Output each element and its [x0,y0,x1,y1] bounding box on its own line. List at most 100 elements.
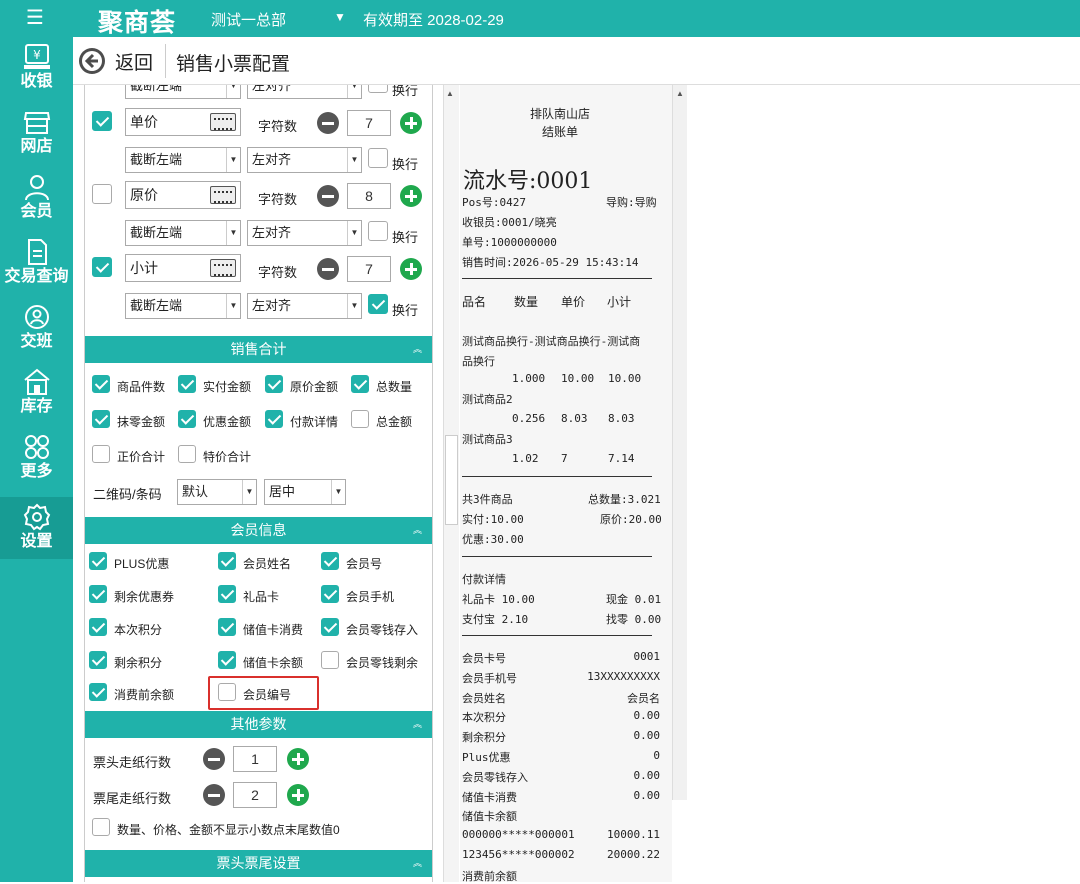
sidebar-item-label: 交班 [20,333,53,350]
collapse-icon[interactable]: ︽ [413,850,422,877]
hamburger-menu-icon[interactable]: ☰ [26,8,44,28]
decrement-button[interactable] [203,784,225,806]
checkbox[interactable] [321,552,339,570]
option-label: 储值卡消费 [243,623,304,637]
increment-button[interactable] [400,112,422,134]
wrap-checkbox[interactable] [368,148,388,168]
checkbox[interactable] [218,552,236,570]
decrement-button[interactable] [317,185,339,207]
checkbox[interactable] [265,375,283,393]
sidebar-item-transactions[interactable]: 交易查询 [0,232,73,294]
sidebar-item-cashier[interactable]: ¥ 收银 [0,37,73,99]
truncate-select[interactable]: 截断左端 ▼ [125,220,241,246]
checkbox[interactable] [178,410,196,428]
field-enable-checkbox[interactable] [92,257,112,277]
align-select[interactable]: 左对齐 ▼ [247,293,362,319]
section-header-member-info[interactable]: 会员信息 ︽ [85,517,432,544]
collapse-icon[interactable]: ︽ [413,517,422,544]
keyboard-icon[interactable] [210,259,236,277]
checkbox[interactable] [218,585,236,603]
option-label: 数量、价格、金额不显示小数点末尾数值0 [117,823,340,837]
chevron-down-icon[interactable]: ▼ [334,10,346,24]
scroll-up-icon[interactable]: ▲ [676,89,684,98]
char-count-input[interactable]: 8 [347,183,391,209]
checkbox[interactable] [265,410,283,428]
field-name-input[interactable]: 小计 [125,254,241,282]
panel-scrollbar[interactable]: ▲ [443,85,459,882]
increment-button[interactable] [400,258,422,280]
receipt-scrollbar[interactable]: ▲ [672,85,687,800]
option-label: 礼品卡 [243,590,280,604]
field-enable-checkbox[interactable] [92,184,112,204]
wrap-checkbox[interactable] [368,294,388,314]
checkbox[interactable] [218,618,236,636]
config-panel[interactable]: 截断左端 ▼ 左对齐 ▼ 换行 单价 字符数 7 截断左端 ▼ 左对齐 ▼ 换行 原价 … [84,85,433,882]
collapse-icon[interactable]: ︽ [413,711,422,738]
field-name-value: 原价 [130,187,158,203]
store-selector[interactable]: 测试一总部 [211,9,286,30]
checkbox[interactable] [218,651,236,669]
align-select[interactable]: 左对齐 ▼ [247,220,362,246]
sidebar-item-settings[interactable]: 设置 [0,497,73,559]
field-name-input[interactable]: 原价 [125,181,241,209]
checkbox[interactable] [89,552,107,570]
checkbox[interactable] [89,585,107,603]
checkbox[interactable] [351,375,369,393]
checkbox[interactable] [321,618,339,636]
decrement-button[interactable] [317,258,339,280]
qr-align-select[interactable]: 居中 ▼ [264,479,346,505]
align-select[interactable]: 左对齐 ▼ [247,85,362,99]
checkbox[interactable] [178,375,196,393]
qr-type-select[interactable]: 默认 ▼ [177,479,257,505]
checkbox[interactable] [218,683,236,701]
checkbox[interactable] [92,445,110,463]
increment-button[interactable] [287,784,309,806]
checkbox[interactable] [351,410,369,428]
truncate-select[interactable]: 截断左端 ▼ [125,293,241,319]
increment-button[interactable] [400,185,422,207]
back-button[interactable]: 返回 [79,47,153,75]
checkbox[interactable] [92,818,110,836]
sidebar-item-handover[interactable]: 交班 [0,297,73,359]
keyboard-icon[interactable] [210,113,236,131]
checkbox[interactable] [89,651,107,669]
receipt-original: 原价:20.00 [600,513,662,526]
head-feed-input[interactable]: 1 [233,746,277,772]
receipt-member-key: Plus优惠 [462,751,511,764]
checkbox[interactable] [89,683,107,701]
tail-feed-input[interactable]: 2 [233,782,277,808]
receipt-paid: 实付:10.00 [462,513,524,526]
checkbox[interactable] [321,651,339,669]
collapse-icon[interactable]: ︽ [413,336,422,363]
wrap-checkbox[interactable] [368,85,388,93]
sidebar-item-shop[interactable]: 网店 [0,102,73,164]
keyboard-icon[interactable] [210,186,236,204]
decrement-button[interactable] [317,112,339,134]
scroll-up-icon[interactable]: ▲ [446,89,454,98]
receipt-item-price: 7 [561,452,568,465]
sidebar-item-inventory[interactable]: 库存 [0,362,73,424]
sidebar-item-member[interactable]: 会员 [0,167,73,229]
truncate-select[interactable]: 截断左端 ▼ [125,147,241,173]
wrap-checkbox[interactable] [368,221,388,241]
section-header-head-tail[interactable]: 票头票尾设置 ︽ [85,850,432,877]
char-count-input[interactable]: 7 [347,256,391,282]
checkbox[interactable] [321,585,339,603]
section-header-other-params[interactable]: 其他参数 ︽ [85,711,432,738]
align-select[interactable]: 左对齐 ▼ [247,147,362,173]
field-row-subtotal: 小计 字符数 7 [85,253,432,289]
section-header-sales-total[interactable]: 销售合计 ︽ [85,336,432,363]
increment-button[interactable] [287,748,309,770]
sidebar-item-more[interactable]: 更多 [0,427,73,489]
checkbox[interactable] [92,410,110,428]
receipt-col-name: 品名 [462,295,487,309]
scrollbar-thumb[interactable] [445,435,458,525]
decrement-button[interactable] [203,748,225,770]
truncate-select[interactable]: 截断左端 ▼ [125,85,241,99]
checkbox[interactable] [89,618,107,636]
checkbox[interactable] [178,445,196,463]
checkbox[interactable] [92,375,110,393]
field-name-input[interactable]: 单价 [125,108,241,136]
field-enable-checkbox[interactable] [92,111,112,131]
char-count-input[interactable]: 7 [347,110,391,136]
